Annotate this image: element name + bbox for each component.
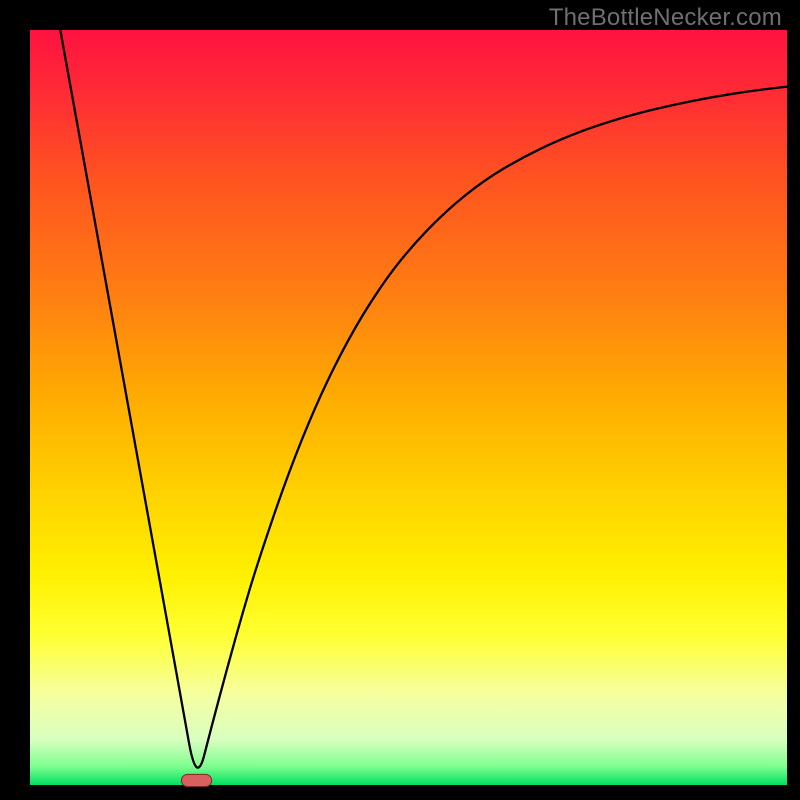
bottleneck-chart — [0, 0, 800, 800]
plot-background — [30, 30, 787, 785]
chart-stage: TheBottleNecker.com — [0, 0, 800, 800]
apex-marker — [181, 774, 211, 786]
watermark-text: TheBottleNecker.com — [549, 4, 782, 32]
